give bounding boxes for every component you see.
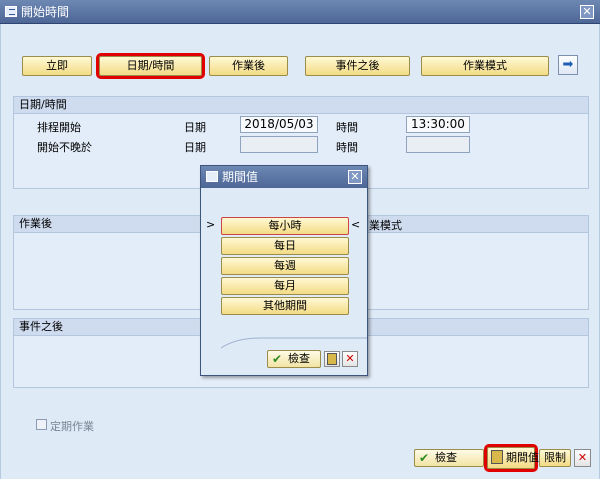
no-later-time-label: 時間 bbox=[336, 141, 358, 154]
no-later-date-label: 日期 bbox=[184, 141, 206, 154]
dialog-cancel-icon[interactable]: ✕ bbox=[342, 351, 358, 367]
footer-cancel-icon[interactable]: ✕ bbox=[574, 449, 591, 467]
no-later-label: 開始不晚於 bbox=[37, 141, 92, 154]
dialog-window-icon bbox=[206, 171, 218, 182]
option-monthly-button[interactable]: 每月 bbox=[221, 277, 349, 295]
option-weekly-button[interactable]: 每週 bbox=[221, 257, 349, 275]
window-title: 開始時間 bbox=[21, 5, 70, 19]
check-icon: ✔ bbox=[419, 451, 430, 465]
sched-start-label: 排程開始 bbox=[37, 121, 81, 134]
sched-time-field[interactable]: 13:30:00 bbox=[406, 116, 470, 133]
option-other-period-button[interactable]: 其他期間 bbox=[221, 297, 349, 315]
dialog-check-button[interactable]: ✔ 檢查 bbox=[267, 350, 321, 368]
no-later-date-field[interactable] bbox=[240, 136, 318, 153]
period-value-dialog: 期間值 ✕ > < 每小時 每日 每週 每月 其他期間 ✔ 檢查 ✕ bbox=[200, 165, 368, 376]
dialog-close-icon[interactable]: ✕ bbox=[348, 170, 362, 184]
option-hourly-button[interactable]: 每小時 bbox=[221, 217, 349, 235]
sched-date-field[interactable]: 2018/05/03 bbox=[240, 116, 318, 133]
selection-marker-right: < bbox=[351, 218, 361, 231]
next-arrow-icon[interactable]: ➡ bbox=[558, 55, 578, 75]
dialog-title-bar: 期間值 ✕ bbox=[201, 166, 367, 188]
period-value-label: 期間值 bbox=[506, 451, 539, 464]
after-job-button[interactable]: 作業後 bbox=[209, 56, 288, 76]
window-icon bbox=[5, 6, 17, 17]
window-title-bar: 開始時間 ✕ bbox=[0, 0, 600, 24]
dialog-check-icon: ✔ bbox=[272, 352, 283, 366]
footer-check-label: 檢查 bbox=[435, 451, 457, 464]
restrict-button[interactable]: 限制 bbox=[539, 449, 571, 467]
no-later-time-field[interactable] bbox=[406, 136, 470, 153]
footer-check-button[interactable]: ✔ 檢查 bbox=[414, 449, 484, 467]
sched-date-label: 日期 bbox=[184, 121, 206, 134]
periodic-job-checkbox[interactable] bbox=[36, 419, 47, 430]
dialog-title: 期間值 bbox=[222, 170, 259, 184]
sched-time-label: 時間 bbox=[336, 121, 358, 134]
job-pattern-header: 業模式 bbox=[369, 219, 402, 232]
option-daily-button[interactable]: 每日 bbox=[221, 237, 349, 255]
selection-marker-left: > bbox=[206, 218, 216, 231]
period-value-button[interactable]: 期間值 bbox=[484, 444, 539, 472]
dialog-save-icon[interactable] bbox=[324, 351, 340, 367]
save-icon bbox=[491, 450, 503, 464]
periodic-job-label: 定期作業 bbox=[50, 420, 94, 433]
dialog-check-label: 檢查 bbox=[288, 352, 310, 365]
date-time-button[interactable]: 日期/時間 bbox=[96, 53, 205, 79]
immediate-button[interactable]: 立即 bbox=[22, 56, 92, 76]
job-pattern-button[interactable]: 作業模式 bbox=[421, 56, 549, 76]
after-event-button[interactable]: 事件之後 bbox=[305, 56, 410, 76]
window-close-icon[interactable]: ✕ bbox=[580, 5, 594, 19]
datetime-group-header: 日期/時間 bbox=[14, 97, 588, 114]
